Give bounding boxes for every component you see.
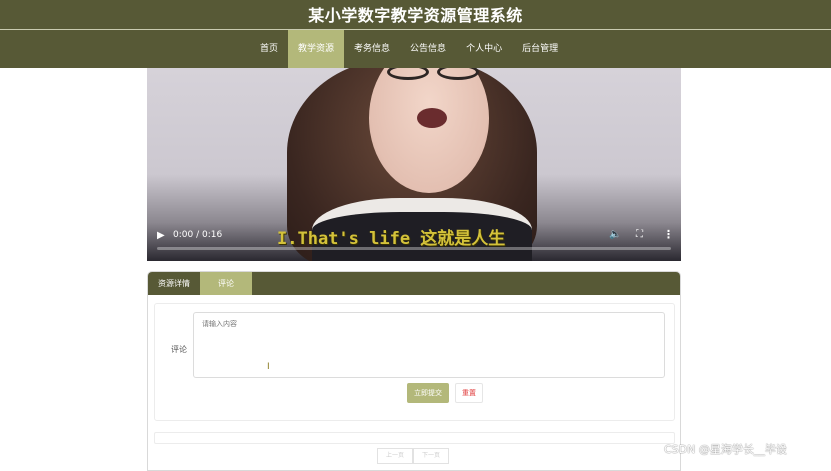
watermark: CSDN @星海学长__毕设 xyxy=(664,443,787,456)
pagination: 上一页 下一页 xyxy=(377,448,450,464)
tab-resource-details[interactable]: 资源详情 xyxy=(148,272,200,295)
nav-item-announcements[interactable]: 公告信息 xyxy=(400,30,456,68)
nav-item-home[interactable]: 首页 xyxy=(250,30,288,68)
video-progress-bar[interactable] xyxy=(157,247,671,250)
site-title: 某小学数字教学资源管理系统 xyxy=(308,6,523,25)
volume-icon[interactable]: 🔈 xyxy=(609,229,621,240)
video-frame-mouth xyxy=(417,108,447,128)
comment-form: 评论 I 立即提交 重置 xyxy=(154,303,675,421)
detail-panel: 资源详情 评论 评论 I 立即提交 重置 上一页 下一页 xyxy=(147,271,681,471)
header: 某小学数字教学资源管理系统 首页 教学资源 考务信息 公告信息 个人中心 后台管… xyxy=(0,0,831,68)
submit-button[interactable]: 立即提交 xyxy=(407,383,449,403)
more-options-icon[interactable]: ⋮ xyxy=(663,228,674,241)
comment-input[interactable] xyxy=(193,312,665,378)
reset-button[interactable]: 重置 xyxy=(455,383,483,403)
tab-comments[interactable]: 评论 xyxy=(200,272,252,295)
video-time: 0:00 / 0:16 xyxy=(173,230,223,240)
play-icon[interactable]: ▶ xyxy=(157,230,165,241)
nav-item-teaching-resources[interactable]: 教学资源 xyxy=(288,30,345,68)
detail-tabs: 资源详情 评论 xyxy=(148,272,680,295)
main-nav: 首页 教学资源 考务信息 公告信息 个人中心 后台管理 xyxy=(250,30,568,68)
nav-item-admin[interactable]: 后台管理 xyxy=(512,30,568,68)
nav-item-personal-center[interactable]: 个人中心 xyxy=(456,30,512,68)
fullscreen-icon[interactable]: ⛶ xyxy=(636,229,643,240)
comment-list-row xyxy=(154,432,675,444)
video-controls: ▶ 0:00 / 0:16 🔈 ⛶ ⋮ xyxy=(147,221,681,261)
video-player[interactable]: I.That's life 这就是人生 ▶ 0:00 / 0:16 🔈 ⛶ ⋮ xyxy=(147,68,681,261)
next-page-button[interactable]: 下一页 xyxy=(413,448,450,464)
text-cursor-icon: I xyxy=(267,362,270,372)
nav-item-exam-info[interactable]: 考务信息 xyxy=(344,30,400,68)
comment-label: 评论 xyxy=(171,345,187,354)
prev-page-button[interactable]: 上一页 xyxy=(377,448,414,464)
